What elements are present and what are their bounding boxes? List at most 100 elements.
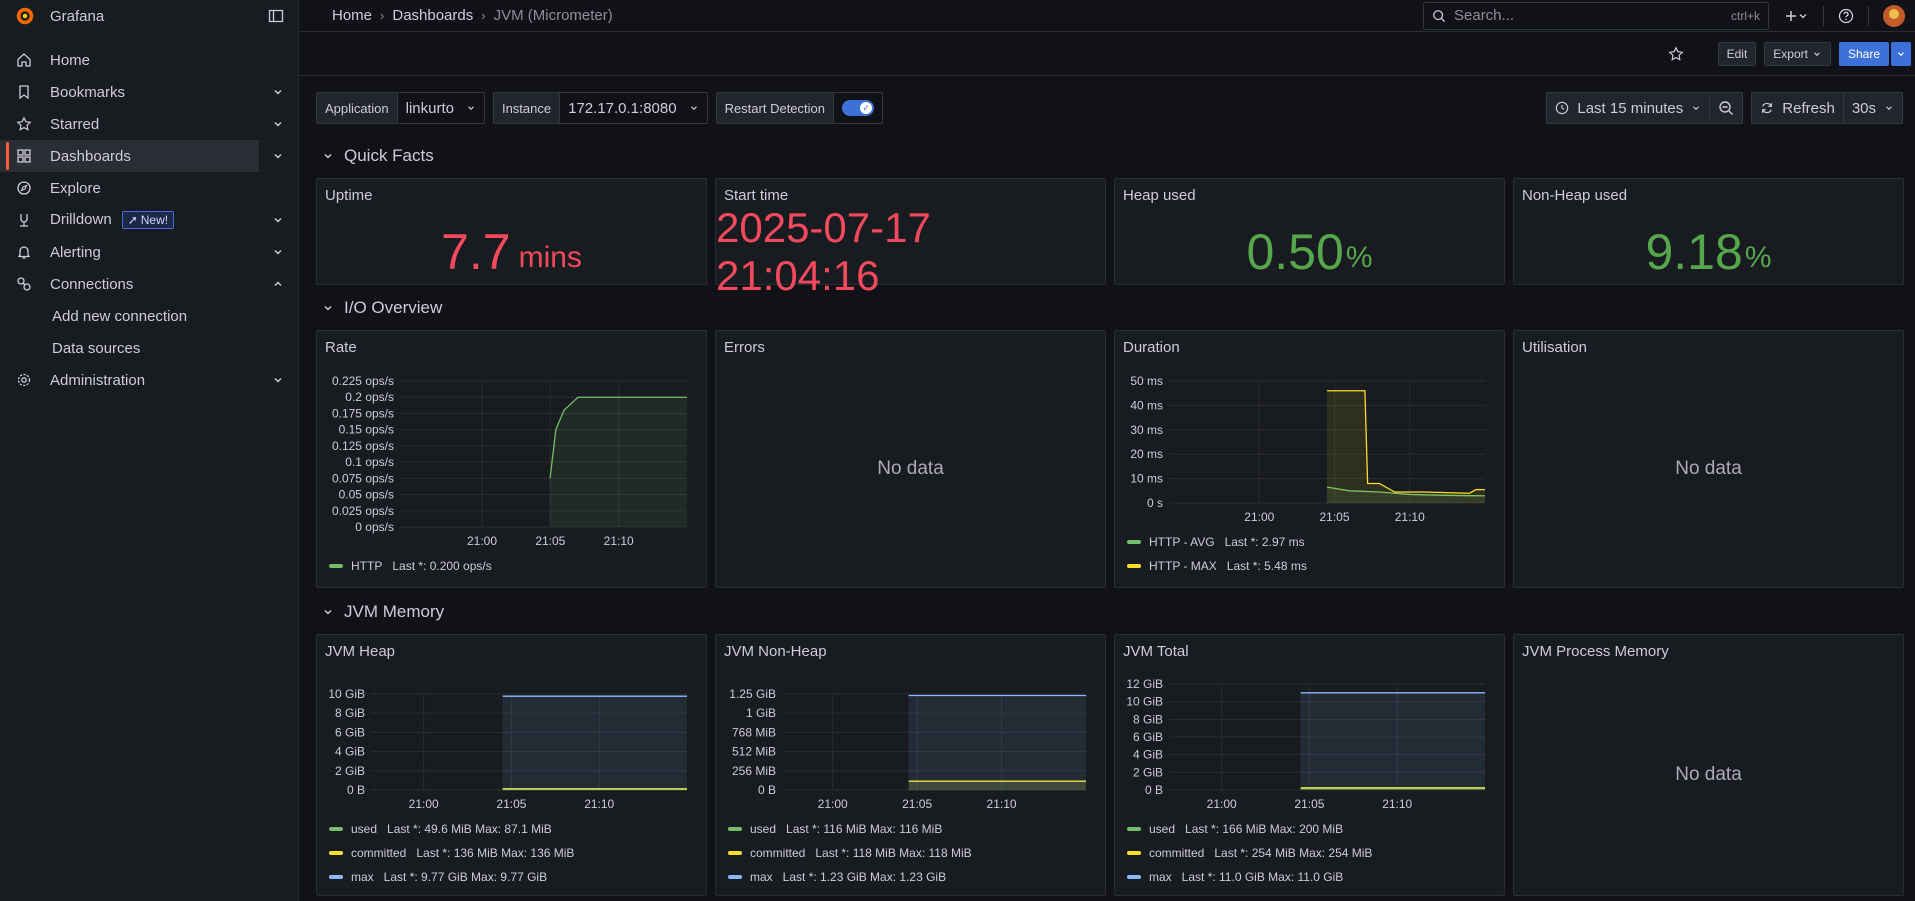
refresh-button[interactable]: Refresh [1752, 93, 1843, 123]
breadcrumb-home[interactable]: Home [332, 7, 372, 24]
variables-bar: Application linkurto Instance 172.17.0.1… [316, 92, 883, 124]
row-quick-facts[interactable]: Quick Facts [322, 146, 434, 166]
export-button[interactable]: Export [1764, 41, 1831, 66]
nav-label: Home [50, 51, 91, 69]
instance-select[interactable]: 172.17.0.1:8080 [560, 93, 707, 123]
y-tick-label: 6 GiB [1133, 730, 1163, 744]
legend-stats: Last *: 1.23 GiB Max: 1.23 GiB [782, 870, 947, 884]
breadcrumb-dashboards[interactable]: Dashboards [392, 7, 473, 24]
series-area [502, 696, 687, 790]
x-tick-label: 21:05 [496, 797, 526, 811]
nonheap-used-unit: % [1744, 240, 1772, 274]
legend-stats: Last *: 5.48 ms [1226, 559, 1307, 573]
nav-item-drilldown[interactable]: Drilldown ➚ New! [0, 204, 298, 236]
y-tick-label: 4 GiB [335, 745, 365, 759]
legend-item[interactable]: HTTP Last *: 0.200 ops/s [329, 559, 492, 573]
legend-item[interactable]: used Last *: 166 MiB Max: 200 MiB [1127, 822, 1343, 836]
nav-label: Bookmarks [50, 83, 126, 101]
y-tick-label: 0.175 ops/s [332, 406, 394, 420]
y-tick-label: 0 B [1145, 783, 1163, 797]
legend-item[interactable]: used Last *: 116 MiB Max: 116 MiB [728, 822, 942, 836]
export-label: Export [1773, 46, 1808, 61]
add-new-icon[interactable] [1783, 8, 1809, 24]
legend-item[interactable]: committed Last *: 254 MiB Max: 254 MiB [1127, 846, 1372, 860]
breadcrumb-current: JVM (Micrometer) [493, 7, 613, 24]
nav-label: Explore [50, 179, 101, 197]
chevron-down-icon[interactable] [272, 118, 284, 130]
nav-sub-data-sources[interactable]: Data sources [0, 332, 298, 364]
legend-item[interactable]: committed Last *: 136 MiB Max: 136 MiB [329, 846, 574, 860]
chevron-down-icon [468, 106, 474, 111]
chevron-down-icon[interactable] [272, 246, 284, 258]
help-icon[interactable] [1838, 8, 1854, 24]
panel-duration: Duration 0 s 10 ms 20 ms 30 ms 40 ms 50 ms 21:… [1114, 330, 1505, 588]
share-button[interactable]: Share [1838, 41, 1889, 66]
share-menu-button[interactable] [1891, 41, 1911, 66]
row-jvm-memory[interactable]: JVM Memory [322, 602, 444, 622]
application-select[interactable]: linkurto [397, 93, 484, 123]
apps-icon [17, 149, 31, 163]
edit-button[interactable]: Edit [1717, 41, 1757, 66]
legend-stats: Last *: 11.0 GiB Max: 11.0 GiB [1181, 870, 1344, 884]
chevron-down-icon[interactable] [272, 214, 284, 226]
nav-item-explore[interactable]: Explore [0, 172, 298, 204]
panel-errors: Errors No data [715, 330, 1106, 588]
refresh-label: Refresh [1782, 99, 1835, 117]
chevron-down-icon[interactable] [272, 86, 284, 98]
legend-item[interactable]: max Last *: 9.77 GiB Max: 9.77 GiB [329, 870, 547, 884]
variable-application: Application linkurto [316, 92, 485, 124]
nav-item-alerting[interactable]: Alerting [0, 236, 298, 268]
search-shortcut: ctrl+k [1730, 8, 1760, 23]
x-tick-label: 21:05 [1294, 797, 1324, 811]
nav-item-administration[interactable]: Administration [0, 364, 298, 396]
grafana-logo[interactable] [14, 5, 36, 27]
restart-toggle-wrap [834, 93, 882, 123]
row-title: I/O Overview [344, 298, 443, 317]
nav-item-connections[interactable]: Connections [0, 268, 298, 300]
zoom-out-button[interactable] [1709, 93, 1742, 123]
row-io-overview[interactable]: I/O Overview [322, 298, 442, 318]
nav-label: Connections [50, 275, 134, 293]
legend-stats: Last *: 2.97 ms [1224, 535, 1305, 549]
cog-icon [17, 373, 31, 387]
chevron-up-icon[interactable] [272, 278, 284, 290]
clock-icon [1556, 101, 1569, 115]
legend-item[interactable]: used Last *: 49.6 MiB Max: 87.1 MiB [329, 822, 552, 836]
y-tick-label: 0.1 ops/s [345, 455, 394, 469]
drilldown-label: Drilldown [50, 211, 112, 228]
panel-jvm-heap: JVM Heap 0 B2 GiB 4 GiB 6 GiB 8 GiB 10 GiB 21… [316, 634, 707, 896]
breadcrumb-separator: › [481, 8, 486, 23]
legend-item[interactable]: HTTP - AVG Last *: 2.97 ms [1127, 535, 1305, 549]
legend-item[interactable]: committed Last *: 118 MiB Max: 118 MiB [728, 846, 972, 860]
variable-label: Restart Detection [716, 93, 834, 123]
panel-start-time: Start time 2025-07-17 21:04:16 [715, 178, 1106, 299]
no-data-text: No data [877, 458, 944, 479]
time-range-picker[interactable]: Last 15 minutes [1547, 93, 1709, 123]
legend-item[interactable]: HTTP - MAX Last *: 5.48 ms [1127, 559, 1307, 573]
dock-menu-icon[interactable] [268, 8, 284, 24]
nav-item-dashboards[interactable]: Dashboards [0, 140, 282, 172]
variable-label: Application [317, 93, 398, 123]
avatar[interactable] [1883, 4, 1905, 27]
search-placeholder: Search... [1454, 7, 1515, 24]
restart-detection-toggle[interactable] [842, 100, 874, 116]
nav-sub-add-connection[interactable]: Add new connection [0, 300, 298, 332]
nav-item-home[interactable]: Home [0, 44, 298, 76]
chevron-down-icon[interactable] [272, 150, 284, 162]
nav-item-bookmarks[interactable]: Bookmarks [0, 76, 298, 108]
star-icon[interactable] [1668, 45, 1684, 62]
legend-stats: Last *: 116 MiB Max: 116 MiB [786, 822, 943, 836]
row-title: Quick Facts [344, 146, 434, 165]
refresh-interval-picker[interactable]: 30s [1842, 93, 1902, 123]
nav-item-starred[interactable]: Starred [0, 108, 298, 140]
legend-name: HTTP - AVG [1149, 535, 1215, 549]
legend-name: max [351, 870, 374, 884]
series-area [550, 397, 687, 527]
legend-item[interactable]: max Last *: 1.23 GiB Max: 1.23 GiB [728, 870, 946, 884]
panel-nonheap-used: Non-Heap used 9.18 % [1513, 178, 1904, 285]
legend-item[interactable]: max Last *: 11.0 GiB Max: 11.0 GiB [1127, 870, 1343, 884]
search-input[interactable]: Search... ctrl+k [1423, 1, 1769, 30]
chevron-down-icon [324, 153, 332, 159]
chevron-down-icon[interactable] [272, 374, 284, 386]
variable-instance: Instance 172.17.0.1:8080 [492, 92, 708, 124]
